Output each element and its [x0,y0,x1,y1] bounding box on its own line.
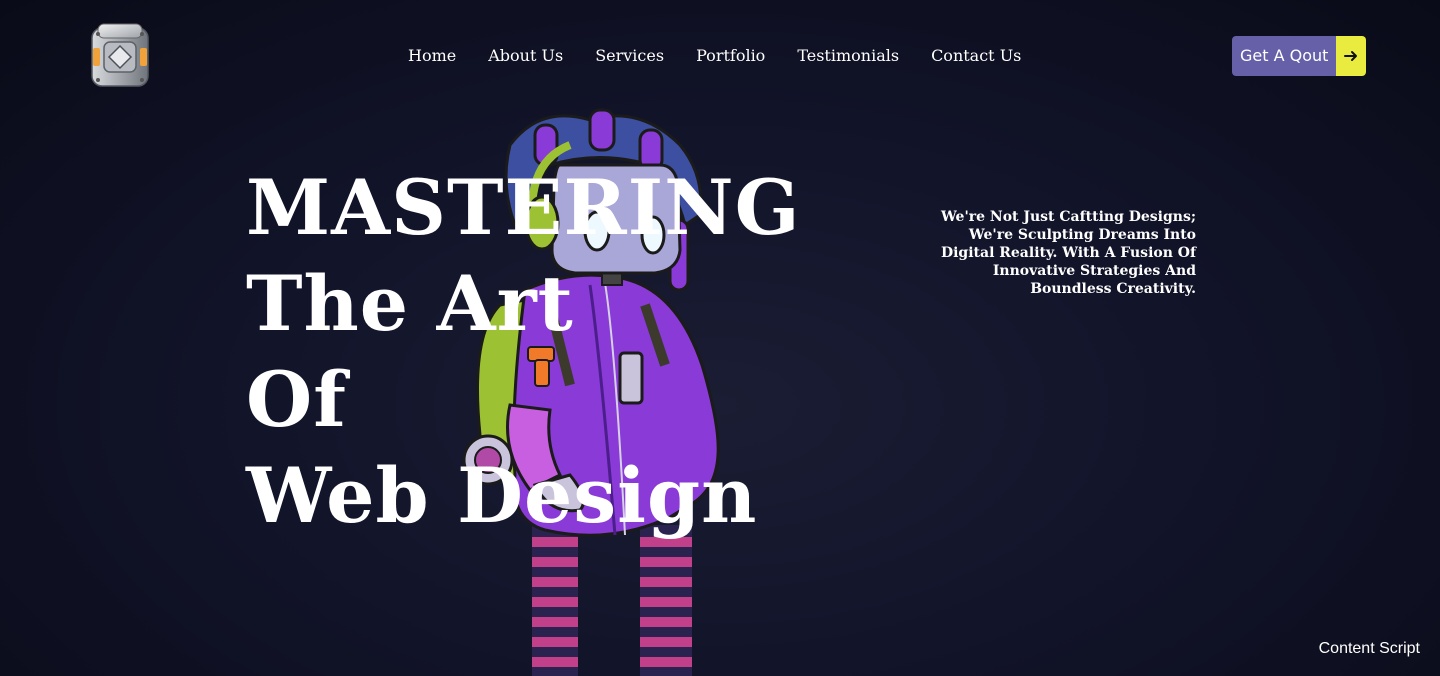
hero-title-line-2: The Art [246,259,574,348]
content-script-label: Content Script [1318,640,1420,657]
get-a-quote-label: Get A Qout [1232,36,1337,76]
hero-title-line-4: Web Design [246,451,758,540]
main-nav: Home About Us Services Portfolio Testimo… [408,44,1021,68]
nav-about-us[interactable]: About Us [488,44,563,68]
nav-contact-us[interactable]: Contact Us [931,44,1021,68]
hero-title-line-3: Of [246,355,347,444]
metal-cube-logo-icon [91,23,149,87]
nav-services[interactable]: Services [595,44,664,68]
robot-legs [532,525,692,676]
hero-title-line-1: MASTERING [246,163,801,252]
hero-title: MASTERING The Art Of Web Design [246,160,801,544]
nav-portfolio[interactable]: Portfolio [696,44,765,68]
nav-testimonials[interactable]: Testimonials [797,44,899,68]
nav-home[interactable]: Home [408,44,456,68]
site-logo[interactable] [84,20,156,92]
arrow-right-icon [1336,36,1367,76]
get-a-quote-button[interactable]: Get A Qout [1232,36,1367,76]
hero-tagline: We're Not Just Caftting Designs; We're S… [940,209,1196,297]
